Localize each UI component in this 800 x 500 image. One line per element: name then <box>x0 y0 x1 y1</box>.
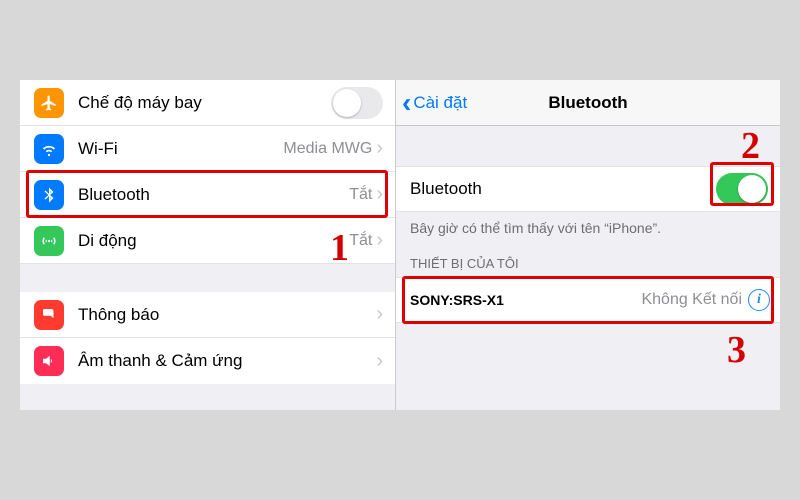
bluetooth-body: Bluetooth Bây giờ có thể tìm thấy với tê… <box>396 126 780 323</box>
device-row[interactable]: SONY:SRS-X1 Không Kết nối i <box>396 277 780 323</box>
row-label: Thông báo <box>78 305 376 325</box>
device-status: Không Kết nối <box>641 291 742 309</box>
bluetooth-toggle[interactable] <box>716 173 768 205</box>
airplane-icon <box>34 88 64 118</box>
info-icon[interactable]: i <box>748 289 770 311</box>
step-number-3: 3 <box>727 328 746 372</box>
row-bluetooth-master-toggle[interactable]: Bluetooth <box>396 166 780 212</box>
bluetooth-icon <box>34 180 64 210</box>
row-detail: Tắt <box>349 186 372 204</box>
chevron-right-icon: › <box>376 303 383 326</box>
cellular-icon <box>34 226 64 256</box>
row-wifi[interactable]: Wi-Fi Media MWG › <box>20 126 395 172</box>
bluetooth-detail-pane: ‹ Cài đặt Bluetooth Bluetooth Bây giờ có… <box>396 80 780 410</box>
row-airplane-mode[interactable]: Chế độ máy bay <box>20 80 395 126</box>
navbar: ‹ Cài đặt Bluetooth <box>396 80 780 126</box>
chevron-right-icon: › <box>376 137 383 160</box>
row-notifications[interactable]: Thông báo › <box>20 292 395 338</box>
wifi-icon <box>34 134 64 164</box>
row-label: Di động <box>78 231 349 251</box>
chevron-right-icon: › <box>376 183 383 206</box>
discoverable-hint: Bây giờ có thể tìm thấy với tên “iPhone”… <box>396 212 780 240</box>
sounds-icon <box>34 346 64 376</box>
row-detail: Media MWG <box>283 140 372 158</box>
chevron-right-icon: › <box>376 229 383 252</box>
row-bluetooth[interactable]: Bluetooth Tắt › <box>20 172 395 218</box>
row-detail: Tắt <box>349 232 372 250</box>
settings-group-connectivity: Chế độ máy bay Wi-Fi Media MWG › Bluetoo… <box>20 80 395 264</box>
device-name: SONY:SRS-X1 <box>410 292 641 308</box>
row-label: Âm thanh & Cảm ứng <box>78 351 376 371</box>
row-label: Chế độ máy bay <box>78 93 331 113</box>
settings-list-pane: Chế độ máy bay Wi-Fi Media MWG › Bluetoo… <box>20 80 396 410</box>
chevron-right-icon: › <box>376 350 383 373</box>
airplane-toggle[interactable] <box>331 87 383 119</box>
page-title: Bluetooth <box>396 93 780 113</box>
tutorial-composite: Chế độ máy bay Wi-Fi Media MWG › Bluetoo… <box>20 80 780 410</box>
row-label: Bluetooth <box>410 179 716 199</box>
my-devices-header: THIẾT BỊ CỦA TÔI <box>396 240 780 277</box>
row-cellular[interactable]: Di động Tắt › <box>20 218 395 264</box>
row-sounds[interactable]: Âm thanh & Cảm ứng › <box>20 338 395 384</box>
settings-group-alerts: Thông báo › Âm thanh & Cảm ứng › <box>20 292 395 384</box>
notifications-icon <box>34 300 64 330</box>
row-label: Bluetooth <box>78 185 349 205</box>
row-label: Wi-Fi <box>78 139 283 159</box>
